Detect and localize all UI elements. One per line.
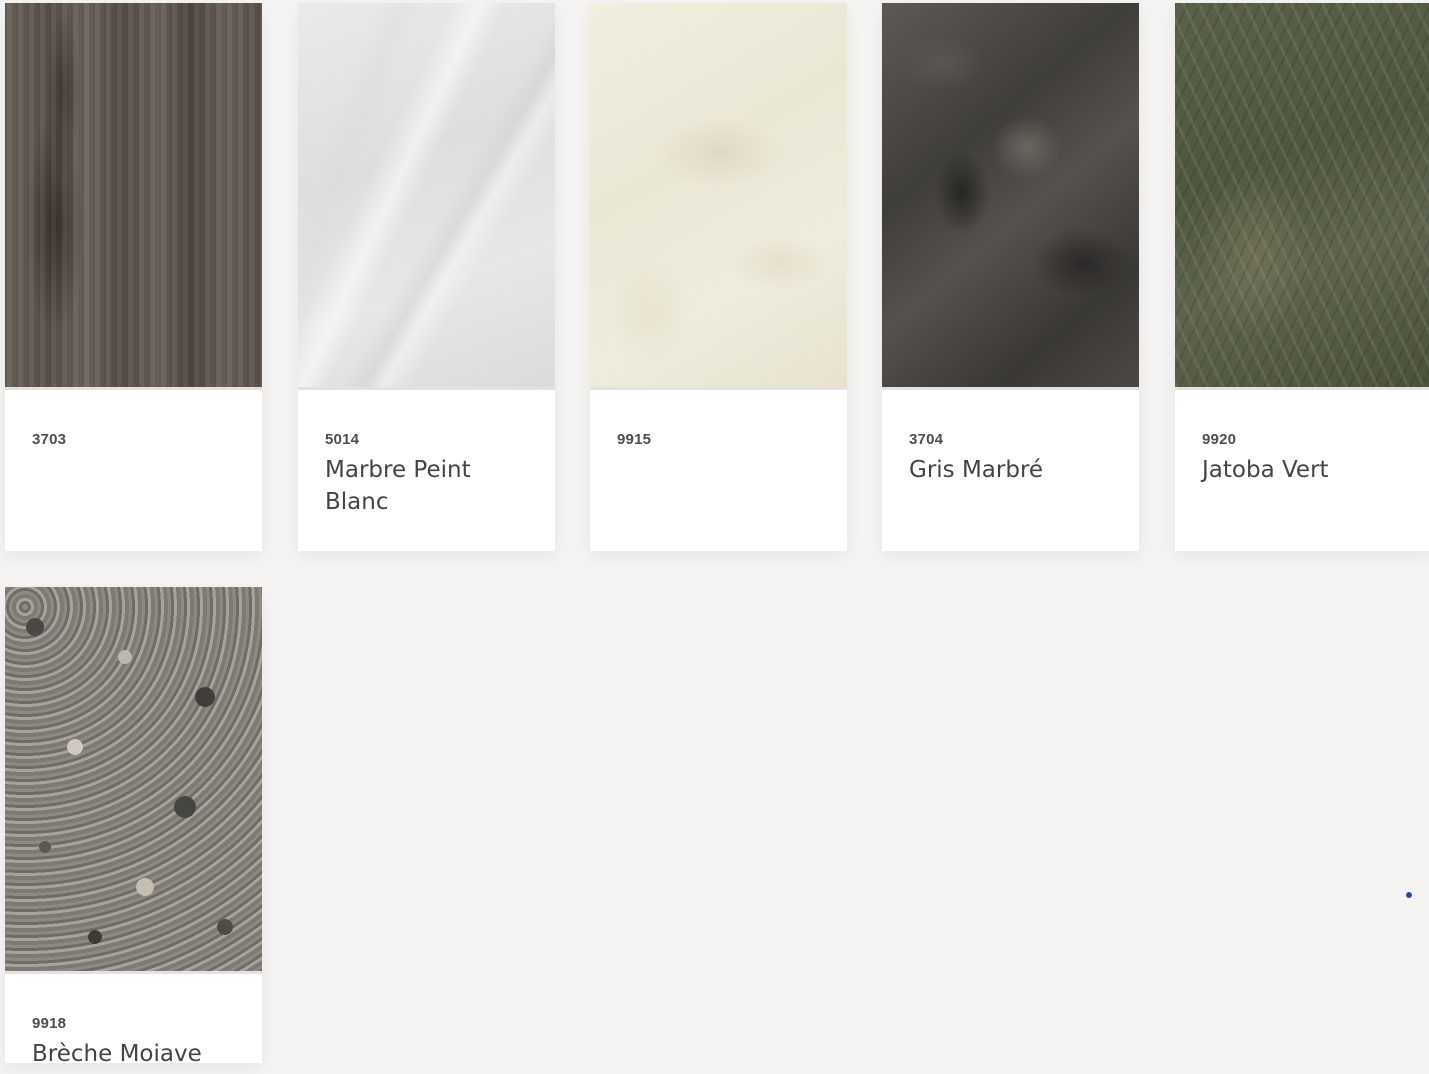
- green-stone-swatch[interactable]: [1175, 3, 1429, 390]
- product-card[interactable]: 9915: [590, 3, 847, 551]
- cream-marble-swatch[interactable]: [590, 3, 847, 390]
- white-marble-swatch[interactable]: [298, 3, 555, 390]
- status-dot-indicator: [1406, 892, 1412, 898]
- product-card[interactable]: 5014 Marbre Peint Blanc: [298, 3, 555, 551]
- product-name[interactable]: Gris Marbré: [909, 454, 1123, 486]
- product-name[interactable]: Jatoba Vert: [1202, 454, 1416, 486]
- product-info: 9920 Jatoba Vert: [1202, 431, 1416, 486]
- product-info: 9918 Brèche Moiave: [32, 1015, 246, 1063]
- product-card[interactable]: 3703: [5, 3, 262, 551]
- product-card[interactable]: 9918 Brèche Moiave: [5, 587, 262, 1063]
- product-code: 3704: [909, 431, 944, 448]
- product-code: 5014: [325, 431, 360, 448]
- product-code: 9918: [32, 1015, 67, 1032]
- product-info: 5014 Marbre Peint Blanc: [325, 431, 539, 518]
- product-card[interactable]: 9920 Jatoba Vert: [1175, 3, 1429, 551]
- terrazzo-swatch[interactable]: [5, 587, 262, 974]
- product-name[interactable]: Brèche Moiave: [32, 1038, 246, 1063]
- product-info: 3703: [32, 431, 246, 454]
- product-code: 9920: [1202, 431, 1237, 448]
- product-info: 9915: [617, 431, 831, 454]
- product-code: 9915: [617, 431, 652, 448]
- product-grid: 3703 5014 Marbre Peint Blanc 9915 3704 G…: [0, 0, 1429, 1074]
- wood-grain-swatch[interactable]: [5, 3, 262, 390]
- product-info: 3704 Gris Marbré: [909, 431, 1123, 486]
- product-code: 3703: [32, 431, 67, 448]
- dark-marble-swatch[interactable]: [882, 3, 1139, 390]
- product-name[interactable]: Marbre Peint Blanc: [325, 454, 539, 518]
- product-card[interactable]: 3704 Gris Marbré: [882, 3, 1139, 551]
